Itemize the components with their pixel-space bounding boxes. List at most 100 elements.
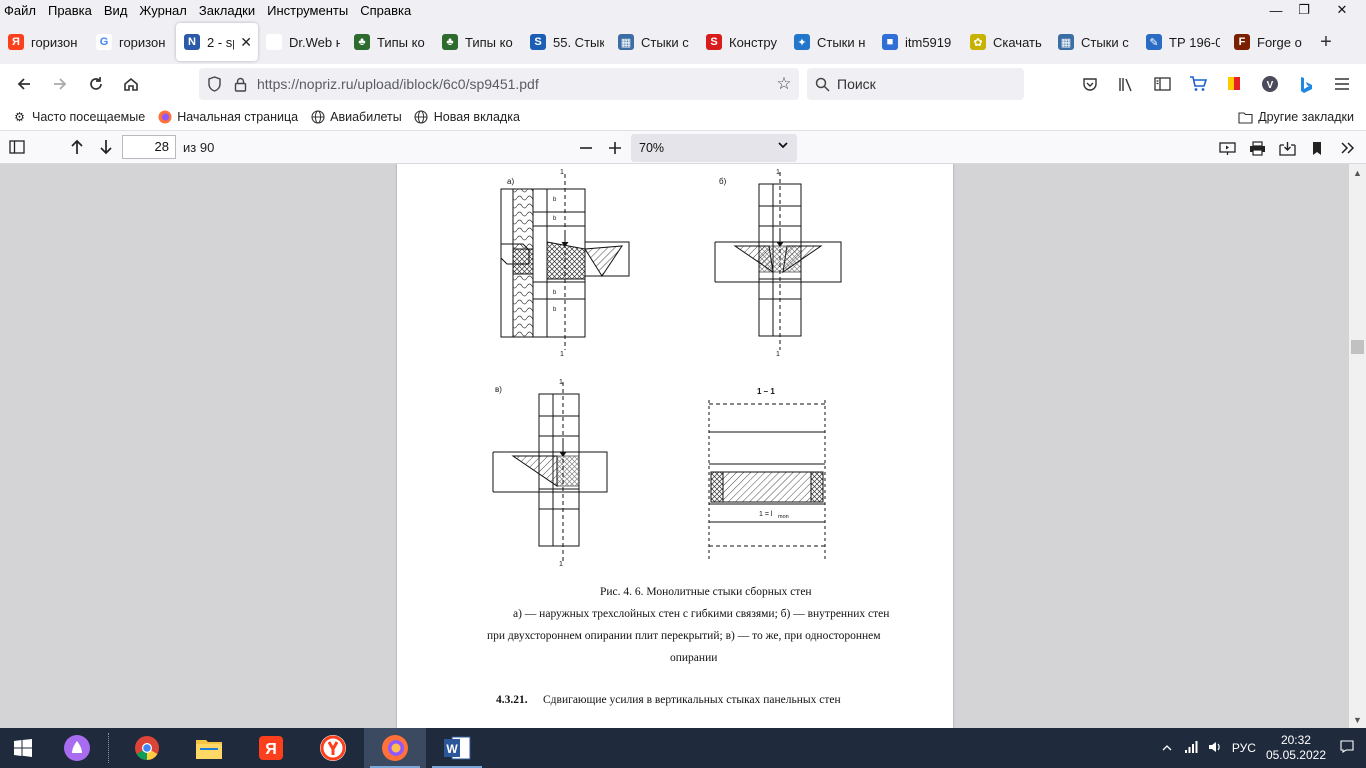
pdf-viewer[interactable]: а) b b b b 1 1 б) 1 1 в) 1 1 1 – 1 1 = l… — [0, 164, 1366, 728]
file-explorer-taskbar-icon[interactable] — [178, 728, 240, 768]
bookmark-star-icon[interactable]: ☆ — [769, 74, 799, 94]
sidebar-icon[interactable] — [1144, 68, 1180, 100]
bookmark-home-page[interactable]: Начальная страница — [157, 110, 298, 125]
zoom-in-icon[interactable] — [600, 134, 630, 162]
cut-label-v-bottom: 1 — [559, 561, 563, 568]
window-controls: — ❐ ✕ — [1262, 0, 1366, 20]
volume-icon[interactable] — [1208, 741, 1222, 756]
tab-active[interactable]: N 2 - sp! ✕ — [176, 23, 258, 61]
save-icon[interactable] — [1272, 134, 1302, 162]
vertical-scrollbar[interactable]: ▲ ▼ — [1349, 164, 1366, 728]
menu-item[interactable]: Инструменты — [261, 3, 354, 18]
tab[interactable]: S Констру — [698, 23, 786, 61]
tab[interactable]: ✎ ТР 196-0 — [1138, 23, 1226, 61]
cut-label-b-bottom: 1 — [776, 351, 780, 358]
lock-icon[interactable] — [229, 77, 251, 92]
extension-flag-icon[interactable] — [1216, 68, 1252, 100]
tab-title: горизон — [119, 34, 166, 50]
close-tab-icon[interactable]: ✕ — [240, 34, 252, 51]
tab[interactable]: ✦ Стыки н — [786, 23, 874, 61]
back-icon[interactable] — [6, 68, 42, 100]
close-window-icon[interactable]: ✕ — [1318, 0, 1366, 20]
tab[interactable]: Ягоризон — [0, 23, 88, 61]
network-icon[interactable] — [1184, 740, 1198, 756]
scroll-thumb[interactable] — [1351, 340, 1364, 354]
tab[interactable]: Dr.Web не ре — [258, 23, 346, 61]
menu-item[interactable]: Вид — [98, 3, 134, 18]
figure-monolithic-joints: а) b b b b 1 1 б) 1 1 в) 1 1 1 – 1 1 = l… — [492, 169, 842, 568]
globe-icon — [310, 110, 325, 125]
forward-icon[interactable] — [42, 68, 78, 100]
menu-item[interactable]: Файл — [0, 3, 42, 18]
bing-icon[interactable] — [1288, 68, 1324, 100]
firefox-taskbar-icon[interactable] — [364, 728, 426, 768]
word-taskbar-icon[interactable]: W — [426, 728, 488, 768]
tab-title: Forge of — [1257, 34, 1302, 50]
toggle-sidebar-icon[interactable] — [2, 133, 32, 161]
clock-date: 05.05.2022 — [1265, 748, 1326, 762]
zoom-value: 70% — [639, 141, 665, 155]
language-indicator[interactable]: РУС — [1232, 741, 1256, 755]
tree-icon: ♣ — [442, 34, 458, 50]
presentation-mode-icon[interactable] — [1212, 134, 1242, 162]
alice-assistant-icon[interactable] — [46, 728, 108, 768]
other-bookmarks[interactable]: Другие закладки — [1238, 104, 1354, 130]
scroll-up-icon[interactable]: ▲ — [1349, 164, 1366, 181]
svg-text:b: b — [553, 290, 557, 296]
bookmark-new-tab[interactable]: Новая вкладка — [414, 110, 520, 125]
tab-title: ТР 196-0 — [1169, 34, 1220, 50]
section-label: 1 – 1 — [757, 387, 775, 396]
tab-title: 2 - sp! — [207, 34, 234, 50]
search-bar[interactable]: Поиск — [807, 68, 1024, 100]
menu-item[interactable]: Журнал — [133, 3, 192, 18]
minimize-icon[interactable]: — — [1262, 0, 1290, 20]
notifications-icon[interactable] — [1340, 740, 1354, 756]
previous-page-icon[interactable] — [62, 133, 92, 161]
yandex-taskbar-icon[interactable]: Я — [240, 728, 302, 768]
shield-icon[interactable] — [199, 76, 229, 92]
tab[interactable]: ▦ Стыки с — [610, 23, 698, 61]
tab[interactable]: ♣ Типы ко — [346, 23, 434, 61]
chrome-taskbar-icon[interactable] — [116, 728, 178, 768]
scroll-down-icon[interactable]: ▼ — [1349, 711, 1366, 728]
library-icon[interactable] — [1108, 68, 1144, 100]
vpn-v-icon[interactable]: V — [1252, 68, 1288, 100]
flower-icon: ✿ — [970, 34, 986, 50]
zoom-select[interactable]: 70% — [631, 134, 797, 162]
tab[interactable]: F Forge of — [1226, 23, 1308, 61]
url-bar[interactable]: https://nopriz.ru/upload/iblock/6c0/sp94… — [199, 68, 799, 100]
pocket-icon[interactable] — [1072, 68, 1108, 100]
tab[interactable]: Gгоризон — [88, 23, 176, 61]
bookmark-flights[interactable]: Авиабилеты — [310, 110, 402, 125]
tab-bar: ЯгоризонGгоризонN2 - sp!✕Dr.Web не ре♣Ти… — [0, 20, 1366, 64]
page-number-input[interactable]: 28 — [122, 135, 176, 159]
tab[interactable]: ▦ Стыки с — [1050, 23, 1138, 61]
menu-item[interactable]: Закладки — [193, 3, 261, 18]
restore-icon[interactable]: ❐ — [1290, 0, 1318, 20]
reload-icon[interactable] — [78, 68, 114, 100]
next-page-icon[interactable] — [91, 133, 121, 161]
folder-icon — [1238, 111, 1253, 124]
new-tab-icon[interactable]: + — [1312, 27, 1340, 57]
home-icon[interactable] — [113, 68, 149, 100]
tab[interactable]: ♣ Типы ко — [434, 23, 522, 61]
bookmark-icon[interactable] — [1302, 134, 1332, 162]
menu-item[interactable]: Справка — [354, 3, 417, 18]
tab[interactable]: S 55. Стык — [522, 23, 610, 61]
tab[interactable]: ✿ Скачать — [962, 23, 1050, 61]
menu-item[interactable]: Правка — [42, 3, 98, 18]
hamburger-menu-icon[interactable] — [1324, 68, 1360, 100]
bookmark-most-visited[interactable]: ⚙ Часто посещаемые — [12, 110, 145, 125]
zoom-out-icon[interactable] — [571, 134, 601, 162]
print-icon[interactable] — [1242, 134, 1272, 162]
paragraph-number: 4.3.21. — [496, 694, 528, 706]
cart-icon[interactable] — [1180, 68, 1216, 100]
paragraph-text: Сдвигающие усилия в вертикальных стыках … — [543, 694, 841, 706]
clock[interactable]: 20:32 05.05.2022 — [1266, 733, 1326, 763]
start-button[interactable] — [0, 728, 46, 768]
chevron-up-icon[interactable] — [1162, 741, 1172, 755]
url-text[interactable]: https://nopriz.ru/upload/iblock/6c0/sp94… — [257, 76, 769, 92]
tools-chevron-icon[interactable] — [1332, 134, 1362, 162]
yandex-browser-taskbar-icon[interactable] — [302, 728, 364, 768]
tab[interactable]: ■ itm5919 — [874, 23, 962, 61]
